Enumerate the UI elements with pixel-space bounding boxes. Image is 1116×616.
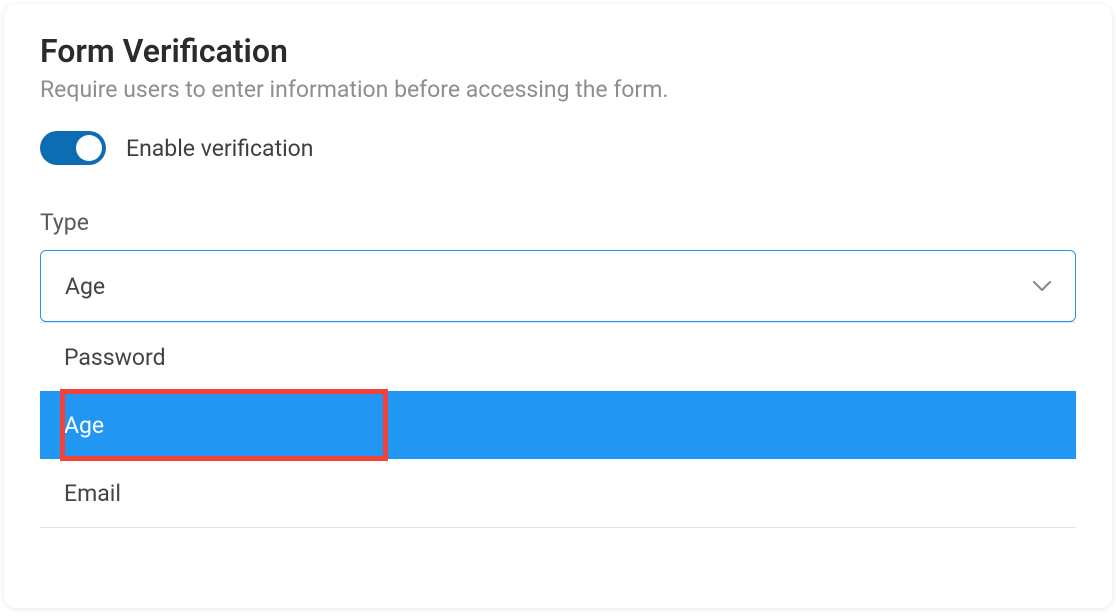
type-dropdown-list: Password Age Email (40, 322, 1076, 528)
type-field-label: Type (40, 209, 1076, 236)
type-option-age[interactable]: Age (40, 391, 1076, 459)
type-option-password[interactable]: Password (40, 323, 1076, 391)
type-option-label: Email (64, 480, 121, 507)
type-option-label: Password (64, 344, 166, 371)
type-select[interactable]: Age (40, 250, 1076, 322)
toggle-knob (76, 135, 102, 161)
form-verification-card: Form Verification Require users to enter… (4, 4, 1112, 608)
enable-verification-toggle[interactable] (40, 131, 106, 165)
form-verification-subtitle: Require users to enter information befor… (40, 76, 1076, 103)
enable-verification-label: Enable verification (126, 135, 314, 162)
form-verification-title: Form Verification (40, 32, 1076, 70)
enable-verification-row: Enable verification (40, 131, 1076, 165)
annotation-highlight-box (60, 389, 388, 461)
type-option-email[interactable]: Email (40, 459, 1076, 527)
chevron-down-icon (1033, 281, 1051, 291)
type-option-label: Age (64, 412, 104, 439)
type-select-value: Age (65, 273, 105, 300)
